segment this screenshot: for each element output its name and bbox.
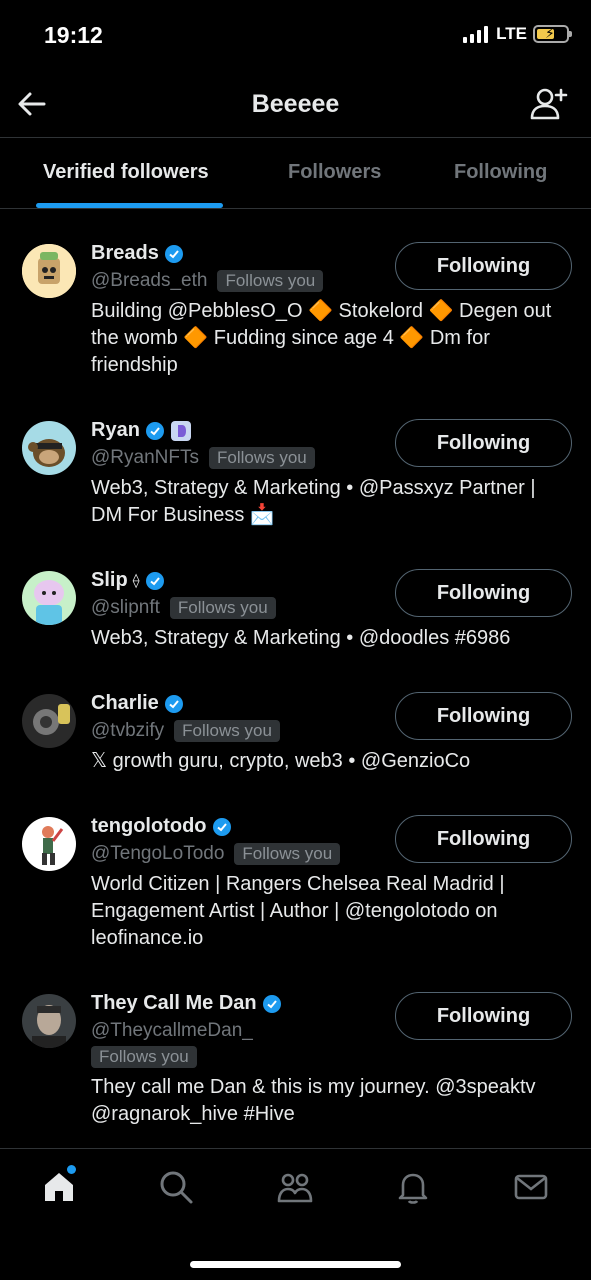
verified-badge-icon [262, 994, 281, 1013]
handle-line: @Breads_eth Follows you [91, 270, 324, 292]
follows-you-badge: Follows you [234, 843, 341, 865]
display-name[interactable]: tengolotodo [91, 815, 207, 838]
user-handle: @RyanNFTs [91, 447, 199, 468]
add-user-icon [530, 88, 568, 120]
verified-badge-icon [145, 571, 164, 590]
user-handle: @tvbzify [91, 720, 165, 741]
follows-you-badge: Follows you [91, 1046, 197, 1068]
battery-icon: ⚡ [533, 25, 572, 43]
tab-following[interactable]: Following [454, 161, 547, 184]
tab-followers[interactable]: Followers [288, 161, 381, 184]
verified-badge-icon [212, 817, 231, 836]
user-bio: 𝕏 growth guru, crypto, web3 • @GenzioCo [91, 750, 471, 772]
user-handle: @TengoLoTodo [91, 843, 225, 864]
messages-icon[interactable] [513, 1169, 549, 1205]
add-user-button[interactable] [529, 84, 569, 124]
network-label: LTE [496, 24, 527, 43]
user-bio: Web3, Strategy & Marketing • @Passxyz Pa… [91, 477, 536, 526]
handle-line: @RyanNFTs Follows you [91, 447, 315, 469]
ethereum-icon: ⟠ [132, 572, 140, 588]
display-name[interactable]: Slip [91, 569, 128, 592]
status-time: 19:12 [44, 22, 103, 48]
header: Beeeee [0, 72, 591, 138]
display-name[interactable]: They Call Me Dan [91, 992, 257, 1015]
home-icon[interactable] [41, 1169, 77, 1205]
user-handle: @slipnft [91, 597, 160, 618]
avatar[interactable] [22, 244, 76, 298]
home-indicator [190, 1261, 401, 1268]
verified-badge-icon [145, 421, 164, 440]
name-line: tengolotodo [91, 815, 232, 838]
avatar[interactable] [22, 421, 76, 475]
notifications-icon[interactable] [395, 1169, 431, 1205]
avatar[interactable] [22, 694, 76, 748]
user-bio: They call me Dan & this is my journey. @… [91, 1076, 536, 1125]
handle-line: @TengoLoTodo Follows you [91, 843, 341, 865]
display-name[interactable]: Breads [91, 242, 159, 265]
follows-you-badge: Follows you [208, 447, 315, 469]
following-button[interactable]: Following [395, 692, 572, 740]
affiliate-badge-icon [170, 420, 191, 441]
following-button[interactable]: Following [395, 242, 572, 290]
following-button[interactable]: Following [395, 992, 572, 1040]
name-line: They Call Me Dan [91, 992, 282, 1015]
status-indicators: LTE ⚡ [463, 24, 572, 44]
home-notification-dot [67, 1165, 76, 1174]
avatar[interactable] [22, 994, 76, 1048]
status-bar: 19:12 LTE ⚡ [0, 0, 591, 72]
tab-verified-followers[interactable]: Verified followers [43, 161, 209, 184]
user-bio: World Citizen | Rangers Chelsea Real Mad… [91, 873, 505, 949]
following-button[interactable]: Following [395, 569, 572, 617]
display-name[interactable]: Charlie [91, 692, 159, 715]
name-line: Slip ⟠ [91, 569, 165, 592]
verified-badge-icon [164, 694, 183, 713]
communities-icon[interactable] [277, 1169, 313, 1205]
name-line: Breads [91, 242, 184, 265]
bottom-nav [0, 1148, 591, 1280]
avatar[interactable] [22, 571, 76, 625]
name-line: Ryan [91, 419, 192, 442]
signal-icon [463, 25, 489, 43]
user-handle: @TheycallmeDan_ [91, 1020, 253, 1041]
following-button[interactable]: Following [395, 815, 572, 863]
user-handle: @Breads_eth [91, 270, 208, 291]
follows-you-badge: Follows you [174, 720, 280, 742]
tab-bar: Verified followers Followers Following [0, 139, 591, 209]
name-line: Charlie [91, 692, 184, 715]
verified-badge-icon [164, 244, 183, 263]
follows-you-badge: Follows you [169, 597, 276, 619]
follows-you-badge: Follows you [217, 270, 324, 292]
active-tab-indicator [36, 203, 223, 208]
user-bio: Web3, Strategy & Marketing • @doodles #6… [91, 627, 511, 649]
handle-line: @tvbzify Follows you [91, 720, 280, 742]
display-name[interactable]: Ryan [91, 419, 140, 442]
handle-line: @slipnft Follows you [91, 597, 276, 619]
search-icon[interactable] [158, 1169, 194, 1205]
page-title: Beeeee [251, 90, 340, 118]
user-bio: Building @PebblesO_O 🔶 Stokelord 🔶 Degen… [91, 300, 552, 376]
handle-line: @TheycallmeDan_ [91, 1020, 253, 1042]
avatar[interactable] [22, 817, 76, 871]
follows-you-line: Follows you [91, 1046, 197, 1068]
following-button[interactable]: Following [395, 419, 572, 467]
